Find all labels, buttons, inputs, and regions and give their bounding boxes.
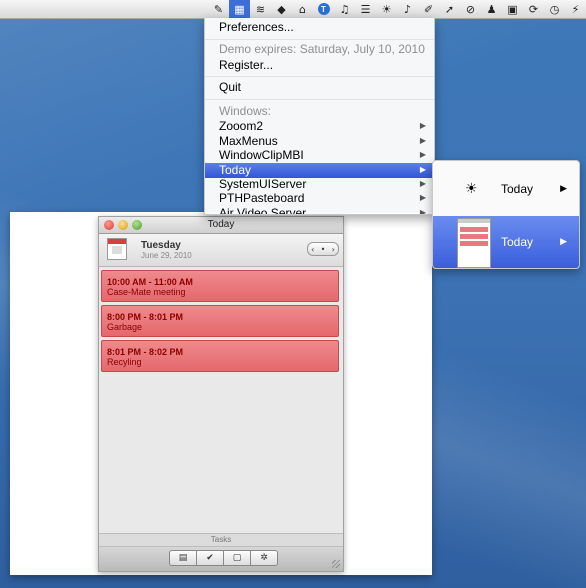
submenu-item[interactable]: ☀ Today ▶ [433,163,579,215]
sun-icon: ☀ [465,181,478,197]
date-navigator: ‹ • › [307,242,339,256]
menu-separator [205,39,434,40]
menu-demo-expires: Demo expires: Saturday, July 10, 2010 [219,42,425,56]
menu-item-window[interactable]: WindowClipMBI ▶ [205,148,434,162]
menu-item-label: Today [219,163,252,177]
calendar-view-icon[interactable]: ▢ [223,550,251,566]
submenu-arrow-icon: ▶ [419,193,426,202]
tasks-label[interactable]: Tasks [99,533,343,547]
menu-item-label: Air Video Server [219,206,307,215]
window-submenu: ☀ Today ▶ Today ▶ [432,160,580,269]
zoom-button[interactable] [132,220,142,230]
submenu-item-selected[interactable]: Today ▶ [433,216,579,268]
music-note-icon[interactable]: ♫ [334,0,355,18]
date-header: Tuesday June 29, 2010 ‹ • › [99,234,343,267]
brightness-icon[interactable]: ☀ [376,0,397,18]
submenu-arrow-icon: ▶ [419,136,426,145]
headphones-icon[interactable]: ♪ [397,0,418,18]
menu-item-preferences[interactable]: Preferences... [205,20,434,34]
cursor-icon[interactable]: ➚ [439,0,460,18]
menu-item-label: Zooom2 [219,119,264,133]
submenu-item-label: Today [501,235,534,249]
event-title: Case-Mate meeting [107,287,186,297]
today-dot-button[interactable]: • [321,245,326,254]
color-palette-icon[interactable]: ▣ [502,0,523,18]
calendar-icon[interactable] [107,238,127,260]
submenu-arrow-icon: ▶ [419,179,426,188]
check-task-icon[interactable]: ✔ [196,550,224,566]
window-title: Today [207,219,235,230]
submenu-arrow-icon: ▶ [419,121,426,130]
submenu-arrow-icon: ▶ [419,165,426,174]
list-icon[interactable]: ☰ [355,0,376,18]
menu-item-label: MaxMenus [219,134,278,148]
menu-item-window[interactable]: SystemUIServer ▶ [205,177,434,191]
menu-item-window[interactable]: Air Video Server ▶ [205,206,434,215]
event-title: Garbage [107,322,143,332]
submenu-arrow-icon: ▶ [419,150,426,159]
date-text: June 29, 2010 [141,251,192,260]
new-task-icon[interactable]: ▤ [169,550,197,566]
bell-icon[interactable]: ♟ [481,0,502,18]
script-icon[interactable]: ✎ [208,0,229,18]
menu-item-window-selected[interactable]: Today ▶ [205,163,434,178]
event-card[interactable]: 8:00 PM - 8:01 PM Garbage [101,305,339,337]
arch-icon[interactable]: ⌂ [292,0,313,18]
window-titlebar[interactable]: Today [99,217,343,234]
today-window: Today Tuesday June 29, 2010 ‹ • › 10:00 … [98,216,344,572]
submenu-arrow-icon: ▶ [419,208,426,215]
next-day-button[interactable]: › [332,245,335,254]
menu-item-window[interactable]: PTHPasteboard ▶ [205,191,434,205]
app-dropdown-menu: Preferences... Demo expires: Saturday, J… [204,18,435,215]
event-card[interactable]: 8:01 PM - 8:02 PM Recyling [101,340,339,372]
close-button[interactable] [104,220,114,230]
menu-windows-header: Windows: [219,104,272,118]
submenu-arrow-icon: ▶ [560,237,567,247]
event-time: 8:00 PM - 8:01 PM [107,312,184,322]
bottom-toolbar: ▤ ✔ ▢ ✲ [99,547,343,571]
previous-day-button[interactable]: ‹ [311,245,314,254]
menu-item-window[interactable]: Zooom2 ▶ [205,119,434,133]
compass-icon[interactable]: ⊘ [460,0,481,18]
calendar-icon[interactable]: ▦ [229,0,250,18]
menubar: ✎ ▦ ≋ ◆ ⌂ T ♫ ☰ ☀ ♪ ✐ ➚ ⊘ ♟ ▣ ⟳ ◷ ⚡ [0,0,586,19]
menu-item-label: WindowClipMBI [219,148,304,162]
bolt-icon[interactable]: ⚡ [565,0,586,18]
menu-item-label: SystemUIServer [219,177,307,191]
event-card[interactable]: 10:00 AM - 11:00 AM Case-Mate meeting [101,270,339,302]
submenu-arrow-icon: ▶ [560,184,567,194]
event-time: 8:01 PM - 8:02 PM [107,347,184,357]
menu-item-window[interactable]: MaxMenus ▶ [205,134,434,148]
event-title: Recyling [107,357,142,367]
menu-separator [205,76,434,77]
resize-grip[interactable] [332,560,340,568]
t-badge: T [317,3,330,15]
event-time: 10:00 AM - 11:00 AM [107,277,193,287]
menu-item-label: PTHPasteboard [219,191,305,205]
menu-item-register[interactable]: Register... [205,58,434,72]
t-icon[interactable]: T [313,0,334,18]
wifi-icon[interactable]: ≋ [250,0,271,18]
day-name: Tuesday [141,240,181,251]
sync-icon[interactable]: ⟳ [523,0,544,18]
window-thumbnail [457,218,491,268]
menu-separator [205,99,434,100]
submenu-item-label: Today [501,182,534,196]
feather-icon[interactable]: ✐ [418,0,439,18]
settings-icon[interactable]: ✲ [250,550,278,566]
dropbox-icon[interactable]: ◆ [271,0,292,18]
time-machine-icon[interactable]: ◷ [544,0,565,18]
menu-item-quit[interactable]: Quit [205,80,434,94]
toolbar-button-group: ▤ ✔ ▢ ✲ [169,550,278,566]
minimize-button[interactable] [118,220,128,230]
